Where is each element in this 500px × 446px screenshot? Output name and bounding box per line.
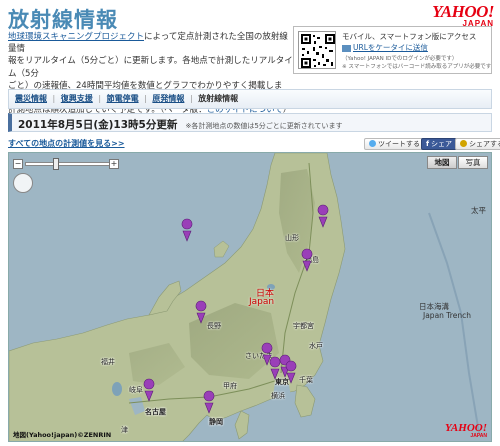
zoom-slider[interactable]: − + (13, 158, 119, 170)
yahoo-logo[interactable]: YAHOO! JAPAN (432, 3, 494, 28)
tweet-button[interactable]: ツイートする (364, 138, 425, 150)
label-shizuoka: 静岡 (209, 418, 223, 426)
label-utsunomiya: 宇都宮 (293, 322, 314, 330)
label-fukushima: 福島 (305, 256, 319, 264)
mixi-icon (460, 140, 467, 147)
update-time: 2011年8月5日(金)13時5分更新 (18, 119, 178, 131)
label-saitama: さいたま (245, 352, 273, 360)
send-url-link[interactable]: URLをケータイに送信 (342, 42, 428, 53)
update-bar: 2011年8月5日(金)13時5分更新 ※各計測地点の数値は5分ごとに更新されて… (8, 113, 492, 132)
nav-radiation-current: 放射線情報 (198, 94, 239, 103)
update-note: ※各計測地点の数値は5分ごとに更新されています (185, 122, 343, 130)
scanning-project-link[interactable]: 地球環境スキャニングプロジェクト (8, 32, 144, 42)
mobile-note-app: ※ スマートフォンではバーコード読み取るアプリが必要です (342, 64, 492, 70)
twitter-icon (369, 140, 376, 147)
tab-photo[interactable]: 写真 (458, 156, 488, 169)
mail-icon (342, 44, 351, 52)
tab-map[interactable]: 地図 (427, 156, 457, 169)
pan-control-icon[interactable] (13, 173, 33, 193)
map-copyright: 地図(Yahoo!japan)©ZENRIN (13, 431, 112, 439)
map-type-tabs: 地図 写真 (427, 156, 488, 169)
zoom-in-button[interactable]: + (109, 159, 119, 169)
all-points-link[interactable]: すべての地点の計測値を見る>> (8, 138, 125, 149)
label-chiba: 千葉 (299, 376, 313, 384)
yahoo-logo-text: YAHOO! (432, 2, 494, 21)
zoom-handle[interactable] (53, 158, 59, 170)
label-gifu: 岐阜 (129, 386, 143, 394)
label-japan-trench-en: Japan Trench (423, 311, 471, 320)
nav-power[interactable]: 節電停電 (107, 90, 139, 108)
label-mito: 水戸 (309, 342, 323, 350)
label-japan-en: Japan (249, 297, 275, 307)
label-kofu: 甲府 (223, 382, 237, 390)
label-yamagata: 山形 (285, 234, 299, 242)
nav-recovery[interactable]: 復興支援 (61, 90, 93, 108)
nav-earthquake[interactable]: 震災情報 (15, 90, 47, 108)
label-pacific: 太平 (471, 206, 486, 215)
zoom-out-button[interactable]: − (13, 159, 23, 169)
mobile-access-box: モバイル、スマートフォン版にアクセス URLをケータイに送信 （Yahoo! J… (293, 26, 492, 74)
label-yokohama: 横浜 (271, 392, 285, 400)
radiation-map[interactable]: 日本 Japan 太平 日本海溝 Japan Trench 山形 福島 宇都宮 … (8, 152, 492, 442)
qr-code-icon (298, 31, 336, 69)
mobile-note-login: （Yahoo! JAPAN IDでのログインが必要です） (342, 56, 458, 62)
label-nagano: 長野 (207, 322, 221, 330)
page-title: 放射線情報 (8, 8, 118, 32)
label-tsu: 津 (121, 426, 128, 434)
label-nagoya: 名古屋 (145, 408, 166, 416)
label-fukui: 福井 (101, 358, 115, 366)
topic-navbar: 震災情報 | 復興支援 | 節電停電 | 原発情報 | 放射線情報 (8, 89, 492, 109)
nav-nuclear[interactable]: 原発情報 (152, 90, 184, 108)
mobile-title: モバイル、スマートフォン版にアクセス (342, 32, 477, 41)
map-yahoo-logo: YAHOO! JAPAN (445, 422, 487, 439)
facebook-icon: f (426, 140, 430, 148)
label-tokyo: 東京 (275, 378, 289, 386)
mixi-share-button[interactable]: シェアする (455, 138, 500, 150)
facebook-share-button[interactable]: f シェア (421, 138, 458, 150)
